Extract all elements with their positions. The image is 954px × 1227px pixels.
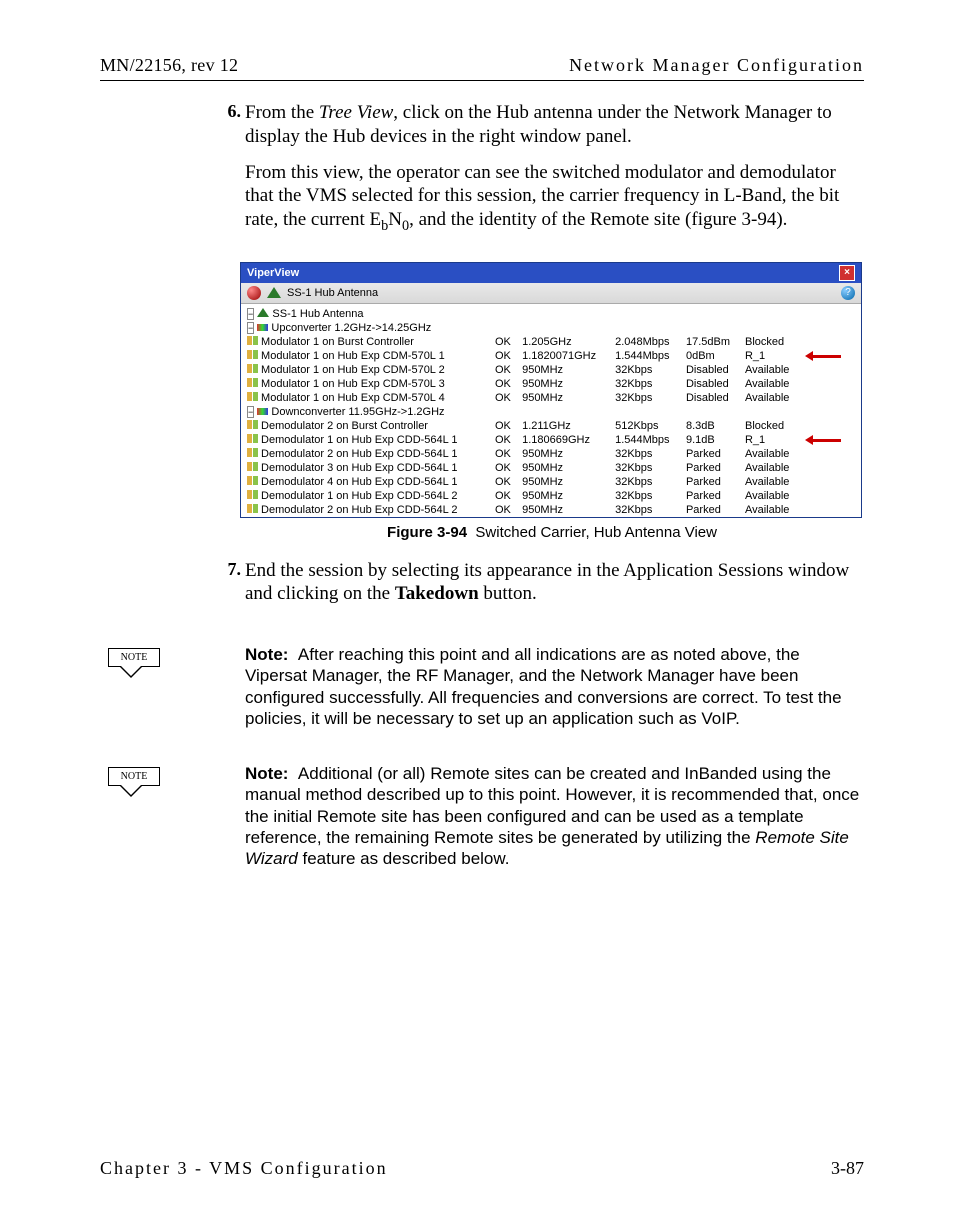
antenna-icon bbox=[257, 308, 269, 317]
step-text: From this view, the operator can see the… bbox=[245, 161, 864, 236]
step-number: 6. bbox=[215, 101, 245, 248]
table-row[interactable]: Modulator 1 on Hub Exp CDM-570L 2OK950MH… bbox=[245, 363, 857, 377]
window-titlebar[interactable]: ViperView × bbox=[241, 263, 861, 283]
tree-root[interactable]: − SS-1 Hub Antenna bbox=[245, 307, 857, 321]
table-row[interactable]: Demodulator 2 on Hub Exp CDD-564L 2OK950… bbox=[245, 503, 857, 517]
globe-icon bbox=[247, 286, 261, 300]
doc-id: MN/22156, rev 12 bbox=[100, 55, 238, 76]
converter-icon bbox=[257, 408, 268, 415]
table-row[interactable]: Demodulator 2 on Hub Exp CDD-564L 1OK950… bbox=[245, 447, 857, 461]
table-row[interactable]: Demodulator 2 on Burst ControllerOK1.211… bbox=[245, 419, 857, 433]
table-row[interactable]: Modulator 1 on Hub Exp CDM-570L 4OK950MH… bbox=[245, 391, 857, 405]
step-text: From the Tree View, click on the Hub ant… bbox=[245, 101, 864, 149]
modulator-icon bbox=[247, 364, 258, 373]
table-row[interactable]: Demodulator 4 on Hub Exp CDD-564L 1OK950… bbox=[245, 475, 857, 489]
modulator-icon bbox=[247, 392, 258, 401]
doc-section: Network Manager Configuration bbox=[569, 55, 864, 76]
modulator-icon bbox=[247, 378, 258, 387]
modulator-icon bbox=[247, 420, 258, 429]
step-number: 7. bbox=[215, 559, 245, 619]
note-text: Note: After reaching this point and all … bbox=[245, 644, 864, 729]
footer-page: 3-87 bbox=[831, 1158, 864, 1179]
note-flag-icon: NOTE bbox=[108, 648, 160, 667]
converter-icon bbox=[257, 324, 268, 331]
footer-chapter: Chapter 3 - VMS Configuration bbox=[100, 1158, 388, 1179]
table-row[interactable]: Demodulator 1 on Hub Exp CDD-564L 1OK1.1… bbox=[245, 433, 857, 447]
step-text: End the session by selecting its appeara… bbox=[245, 559, 864, 607]
tree-upconverter[interactable]: − Upconverter 1.2GHz->14.25GHz bbox=[245, 321, 857, 335]
table-row[interactable]: Modulator 1 on Burst ControllerOK1.205GH… bbox=[245, 335, 857, 349]
address-text: SS-1 Hub Antenna bbox=[287, 287, 378, 299]
antenna-icon bbox=[267, 287, 281, 298]
modulator-icon bbox=[247, 504, 258, 513]
figure-caption: Figure 3-94 Switched Carrier, Hub Antenn… bbox=[240, 524, 864, 541]
modulator-icon bbox=[247, 490, 258, 499]
collapse-icon[interactable]: − bbox=[247, 322, 254, 334]
table-row[interactable]: Modulator 1 on Hub Exp CDM-570L 3OK950MH… bbox=[245, 377, 857, 391]
table-row[interactable]: Demodulator 3 on Hub Exp CDD-564L 1OK950… bbox=[245, 461, 857, 475]
modulator-icon bbox=[247, 448, 258, 457]
note-text: Note: Additional (or all) Remote sites c… bbox=[245, 763, 864, 869]
address-bar[interactable]: SS-1 Hub Antenna ? bbox=[241, 283, 861, 304]
modulator-icon bbox=[247, 434, 258, 443]
viperview-window: ViperView × SS-1 Hub Antenna ? − SS-1 Hu… bbox=[240, 262, 862, 518]
collapse-icon[interactable]: − bbox=[247, 406, 254, 418]
collapse-icon[interactable]: − bbox=[247, 308, 254, 320]
arrow-indicator-icon bbox=[805, 436, 845, 444]
modulator-icon bbox=[247, 462, 258, 471]
window-title: ViperView bbox=[247, 267, 299, 279]
table-row[interactable]: Modulator 1 on Hub Exp CDM-570L 1OK1.182… bbox=[245, 349, 857, 363]
help-icon[interactable]: ? bbox=[841, 286, 855, 300]
arrow-indicator-icon bbox=[805, 352, 845, 360]
modulator-icon bbox=[247, 336, 258, 345]
table-row[interactable]: Demodulator 1 on Hub Exp CDD-564L 2OK950… bbox=[245, 489, 857, 503]
modulator-icon bbox=[247, 476, 258, 485]
tree-downconverter[interactable]: − Downconverter 11.95GHz->1.2GHz bbox=[245, 405, 857, 419]
close-icon[interactable]: × bbox=[839, 265, 855, 281]
modulator-icon bbox=[247, 350, 258, 359]
note-flag-icon: NOTE bbox=[108, 767, 160, 786]
